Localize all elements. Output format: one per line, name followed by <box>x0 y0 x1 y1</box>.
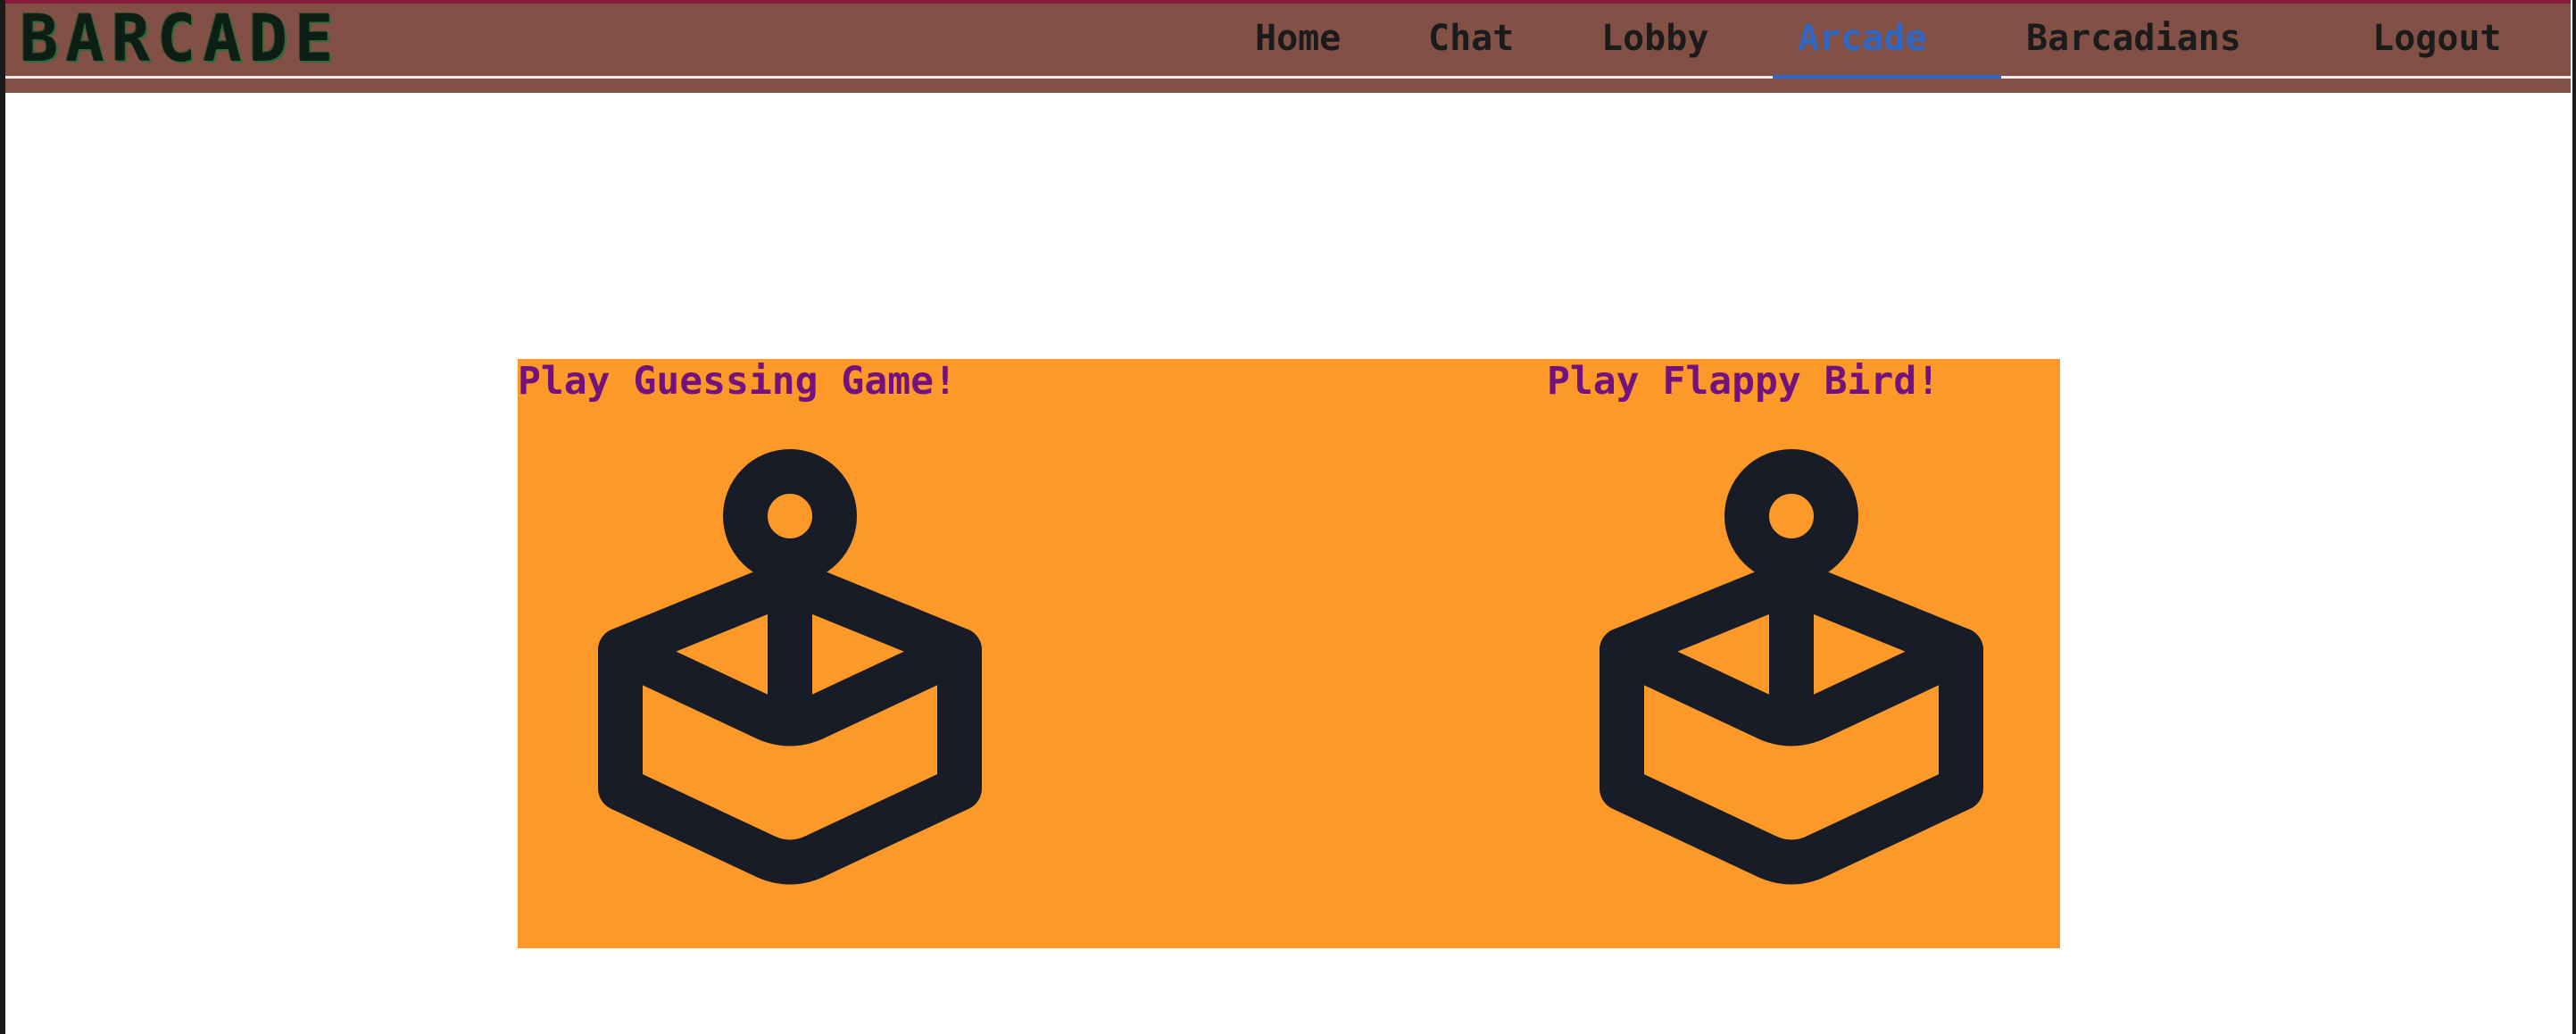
navbar-divider <box>5 76 2571 79</box>
guessing-game-link[interactable]: Play Guessing Game! <box>518 359 1143 895</box>
active-nav-underline <box>1773 75 2001 79</box>
nav-barcadians-link[interactable]: Barcadians <box>2026 13 2241 64</box>
arcade-games-panel: Play Guessing Game! Play Flappy Bird! <box>518 359 2060 948</box>
barcade-logo[interactable]: BARCADE <box>20 5 340 71</box>
flappy-bird-link[interactable]: Play Flappy Bird! <box>1464 359 2060 895</box>
joystick-icon[interactable] <box>585 445 995 900</box>
nav-lobby-link[interactable]: Lobby <box>1601 13 1708 64</box>
nav-logout-link[interactable]: Logout <box>2372 13 2502 64</box>
guessing-game-label[interactable]: Play Guessing Game! <box>518 359 957 404</box>
nav-home-link[interactable]: Home <box>1255 13 1341 64</box>
flappy-bird-label[interactable]: Play Flappy Bird! <box>1547 359 1940 404</box>
joystick-icon[interactable] <box>1586 445 1997 900</box>
nav-chat-link[interactable]: Chat <box>1428 13 1514 64</box>
nav-arcade-link[interactable]: Arcade <box>1798 13 1927 64</box>
